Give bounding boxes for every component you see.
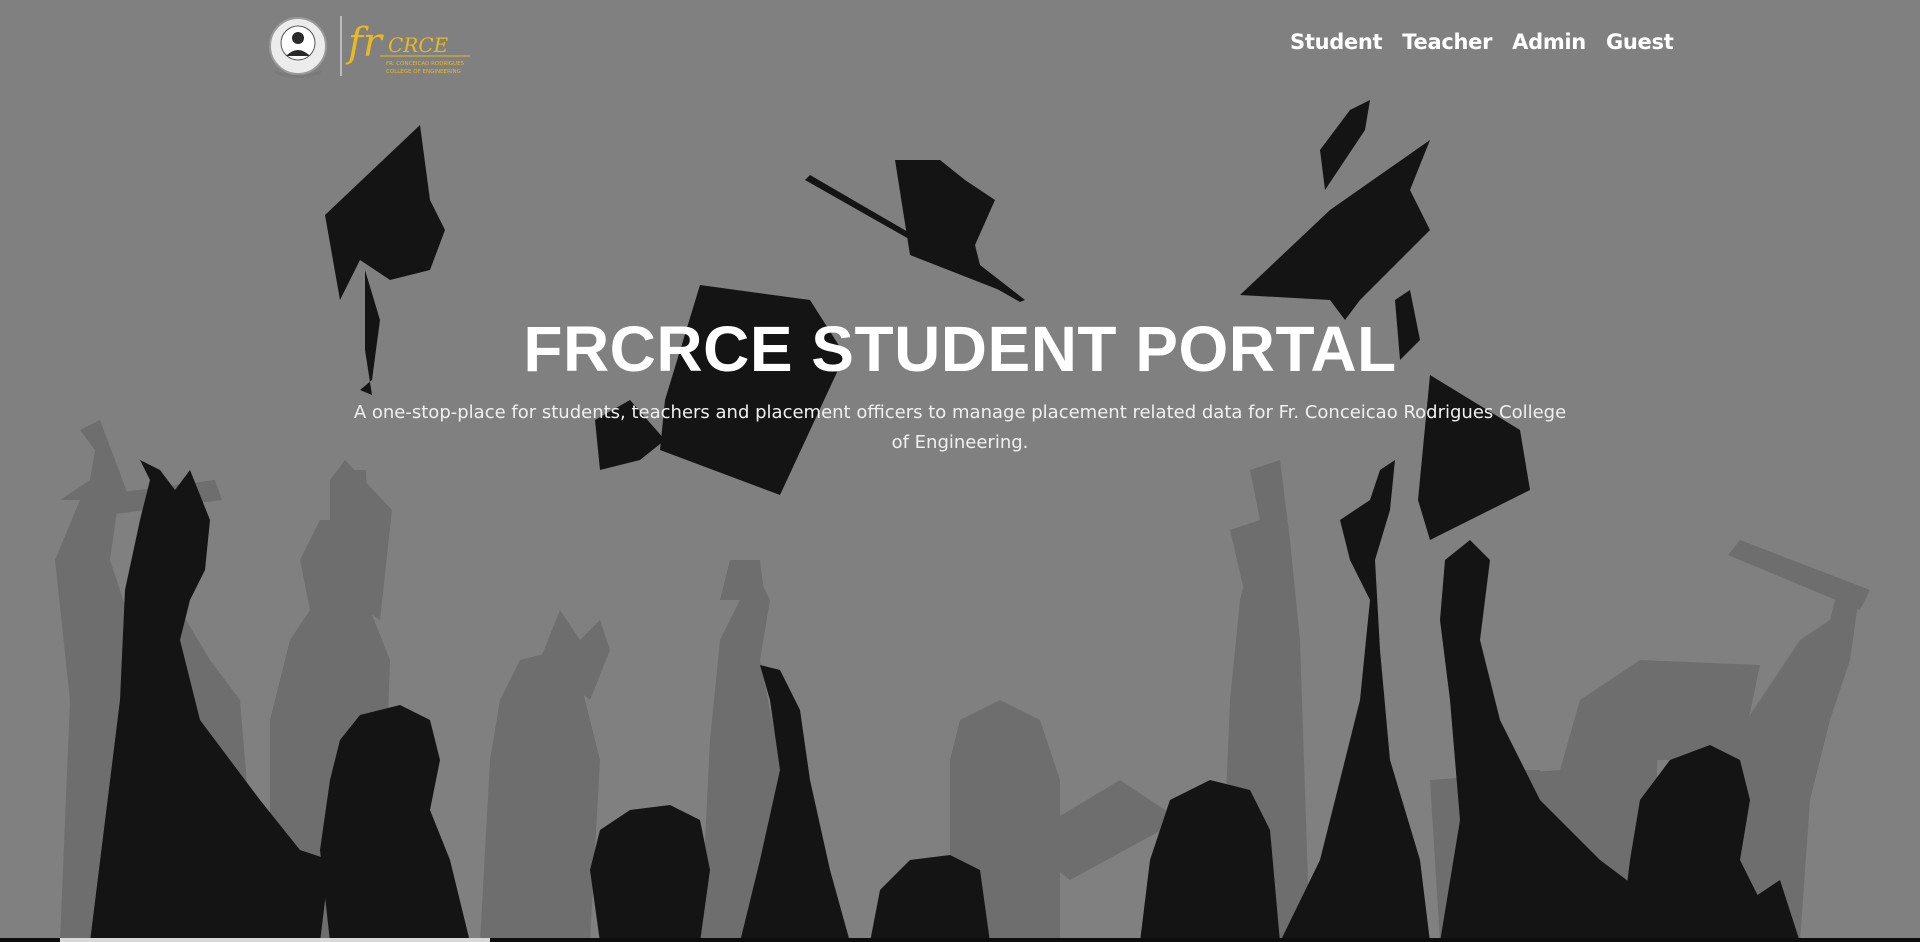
graduation-hero-illustration (55, 100, 1870, 942)
main-nav: Student Teacher Admin Guest (1290, 30, 1674, 54)
nav-guest-link[interactable]: Guest (1606, 30, 1674, 54)
logo-crce-text: CRCE (388, 33, 449, 57)
frcrce-logo[interactable]: fr CRCE FR. CONCEICAO RODRIGUES COLLEGE … (264, 12, 474, 80)
nav-teacher-link[interactable]: Teacher (1402, 30, 1492, 54)
hero-subtitle: A one-stop-place for students, teachers … (353, 402, 1567, 453)
svg-text:COLLEGE OF ENGINEERING: COLLEGE OF ENGINEERING (386, 69, 461, 75)
hero-title: FRCRCE STUDENT PORTAL (523, 313, 1397, 385)
landing-page: fr CRCE FR. CONCEICAO RODRIGUES COLLEGE … (0, 0, 1920, 942)
horizontal-scroll-indicator[interactable] (60, 938, 490, 942)
logo-fr-text: fr (345, 20, 385, 66)
svg-text:FR. CONCEICAO RODRIGUES: FR. CONCEICAO RODRIGUES (386, 61, 465, 67)
nav-student-link[interactable]: Student (1290, 30, 1383, 54)
top-navbar: fr CRCE FR. CONCEICAO RODRIGUES COLLEGE … (0, 0, 1920, 95)
nav-admin-link[interactable]: Admin (1512, 30, 1586, 54)
